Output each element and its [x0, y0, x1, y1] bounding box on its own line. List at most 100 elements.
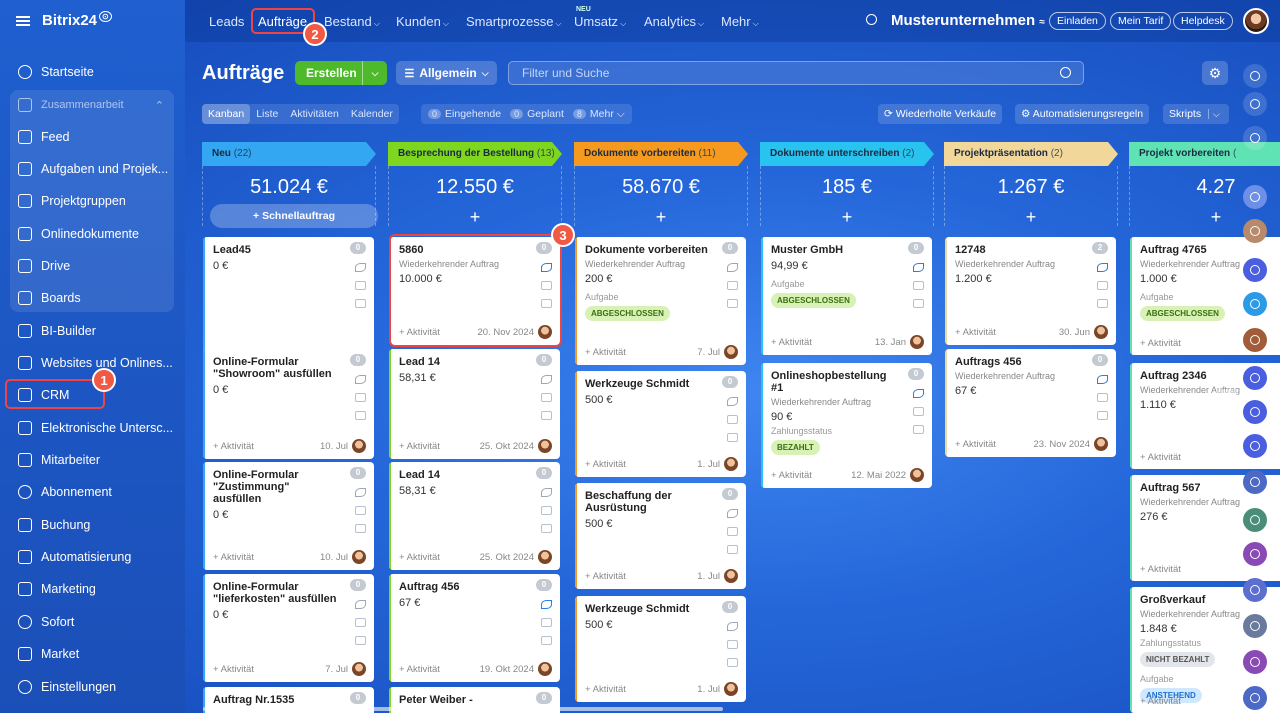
- deal-card[interactable]: Dokumente vorbereiten Wiederkehrender Auf…: [575, 237, 746, 365]
- tab-kanban[interactable]: Kanban: [202, 104, 251, 124]
- deal-card[interactable]: Online-Formular "lieferkosten" ausfüllen…: [203, 574, 374, 682]
- add-activity-link[interactable]: + Aktivität: [585, 347, 626, 358]
- nav-mehr[interactable]: Mehr ⌵: [721, 14, 759, 29]
- nav-umsatz[interactable]: Umsatz ⌵: [574, 14, 626, 29]
- card-title[interactable]: 12748: [955, 244, 1080, 256]
- responsible-avatar[interactable]: [724, 345, 738, 359]
- chat-icon[interactable]: [1097, 411, 1108, 420]
- card-title[interactable]: Dokumente vorbereiten: [585, 244, 710, 256]
- sidebar-item-bi-builder[interactable]: BI-Builder: [10, 317, 174, 345]
- add-activity-link[interactable]: + Aktivität: [213, 441, 254, 452]
- add-activity-link[interactable]: + Aktivität: [585, 459, 626, 470]
- avatar-icon[interactable]: [1243, 328, 1267, 352]
- tab-aktivitaeten[interactable]: Aktivitäten: [284, 104, 344, 124]
- chat-icon[interactable]: [727, 299, 738, 308]
- add-activity-link[interactable]: + Aktivität: [213, 664, 254, 675]
- card-title[interactable]: Online-Formular "Showroom" ausfüllen: [213, 356, 338, 380]
- chat-icon[interactable]: [355, 636, 366, 645]
- sidebar-item-websites[interactable]: Websites und Onlines...: [10, 349, 174, 377]
- settings-button[interactable]: ⚙: [1202, 61, 1228, 85]
- lock-icon[interactable]: [1243, 470, 1267, 494]
- mail-icon[interactable]: [355, 618, 366, 627]
- chat-icon[interactable]: [727, 433, 738, 442]
- responsible-avatar[interactable]: [724, 457, 738, 471]
- responsible-avatar[interactable]: [538, 662, 552, 676]
- mail-icon[interactable]: [355, 281, 366, 290]
- sidebar-item-aufgaben[interactable]: Aufgaben und Projek...: [10, 155, 174, 183]
- chat-icon[interactable]: [355, 411, 366, 420]
- mail-icon[interactable]: [355, 506, 366, 515]
- chat-icon[interactable]: [1097, 299, 1108, 308]
- mail-icon[interactable]: [727, 281, 738, 290]
- deal-card[interactable]: Online-Formular "Showroom" ausfüllen 0 € 0…: [203, 349, 374, 459]
- mail-icon[interactable]: [355, 393, 366, 402]
- sidebar-item-boards[interactable]: Boards: [10, 284, 174, 312]
- add-activity-link[interactable]: + Aktivität: [1140, 452, 1181, 463]
- deal-card[interactable]: Onlineshopbestellung #1 Wiederkehrender A…: [761, 363, 932, 488]
- chat-icon[interactable]: [913, 299, 924, 308]
- add-activity-link[interactable]: + Aktivität: [955, 327, 996, 338]
- add-activity-link[interactable]: + Aktivität: [213, 552, 254, 563]
- counter-incoming[interactable]: 0 Eingehende: [428, 108, 501, 120]
- chat-icon[interactable]: [1243, 126, 1267, 150]
- tab-kalender[interactable]: Kalender: [345, 104, 399, 124]
- sidebar-item-abonnement[interactable]: Abonnement: [10, 478, 174, 506]
- deal-card[interactable]: Werkzeuge Schmidt 500 € 0 + Aktivität 1. Jul: [575, 371, 746, 477]
- phone-icon[interactable]: [541, 600, 552, 609]
- deal-card[interactable]: Lead 14 58,31 € 0 + Aktivität 25. Okt 2024: [389, 462, 560, 570]
- chat-icon[interactable]: [727, 658, 738, 667]
- sidebar-item-marketing[interactable]: Marketing: [10, 575, 174, 603]
- repeat-sales-button[interactable]: ⟳ Wiederholte Verkäufe: [878, 104, 1003, 124]
- automation-rules-button[interactable]: ⚙ Automatisierungsregeln: [1015, 104, 1150, 124]
- horizontal-scrollbar[interactable]: [203, 707, 723, 711]
- mail-icon[interactable]: [727, 415, 738, 424]
- add-activity-link[interactable]: + Aktivität: [399, 664, 440, 675]
- add-activity-link[interactable]: + Aktivität: [1140, 338, 1181, 349]
- card-title[interactable]: Auftrags 456: [955, 356, 1080, 368]
- company-name[interactable]: Musterunternehmen ≈: [891, 12, 1045, 29]
- lock-icon[interactable]: [1243, 508, 1267, 532]
- card-title[interactable]: Lead45: [213, 244, 338, 256]
- lock-icon[interactable]: [1243, 542, 1267, 566]
- responsible-avatar[interactable]: [352, 550, 366, 564]
- card-title[interactable]: Auftrag Nr.1535: [213, 694, 338, 706]
- add-activity-link[interactable]: + Aktivität: [1140, 564, 1181, 575]
- responsible-avatar[interactable]: [724, 569, 738, 583]
- mail-icon[interactable]: [1097, 393, 1108, 402]
- add-activity-link[interactable]: + Aktivität: [955, 439, 996, 450]
- open-lines-icon[interactable]: [1243, 258, 1267, 282]
- messenger-icon[interactable]: [1243, 292, 1267, 316]
- nav-bestand[interactable]: Bestand ⌵: [324, 14, 380, 29]
- target-icon[interactable]: [1243, 92, 1267, 116]
- phone-icon[interactable]: [727, 509, 738, 518]
- sidebar-item-mitarbeiter[interactable]: Mitarbeiter: [10, 446, 174, 474]
- copilot-icon[interactable]: [1243, 434, 1267, 458]
- sidebar-item-market[interactable]: Market: [10, 640, 174, 668]
- nav-kunden[interactable]: Kunden ⌵: [396, 14, 449, 29]
- column-header[interactable]: Neu (22): [202, 142, 376, 166]
- sidebar-item-elektronische-unterschrift[interactable]: Elektronische Untersc...: [10, 414, 174, 442]
- phone-icon[interactable]: [727, 397, 738, 406]
- column-header[interactable]: Dokumente unterschreiben (2): [760, 142, 934, 166]
- column-header[interactable]: Besprechung der Bestellung (13): [388, 142, 562, 166]
- user-avatar[interactable]: [1243, 8, 1269, 34]
- sidebar-item-projektgruppen[interactable]: Projektgruppen: [10, 187, 174, 215]
- lock-icon[interactable]: [1243, 686, 1267, 710]
- add-activity-link[interactable]: + Aktivität: [399, 552, 440, 563]
- sidebar-item-onlinedokumente[interactable]: Onlinedokumente: [10, 220, 174, 248]
- card-title[interactable]: Auftrag 456: [399, 581, 524, 593]
- deal-card[interactable]: 12748 Wiederkehrender Auftrag 1.200 € 2 + Ak…: [945, 237, 1116, 345]
- phone-icon[interactable]: [541, 488, 552, 497]
- sidebar-item-drive[interactable]: Drive: [10, 252, 174, 280]
- responsible-avatar[interactable]: [724, 682, 738, 696]
- plan-button[interactable]: Mein Tarif: [1110, 12, 1172, 30]
- responsible-avatar[interactable]: [352, 662, 366, 676]
- scripts-button[interactable]: Skripts ⌵: [1163, 104, 1229, 124]
- sidebar-item-einstellungen[interactable]: Einstellungen: [10, 673, 174, 701]
- check-icon[interactable]: [1243, 578, 1267, 602]
- responsible-avatar[interactable]: [538, 439, 552, 453]
- bell-icon[interactable]: [1243, 64, 1267, 88]
- search-icon[interactable]: [866, 14, 877, 25]
- mail-icon[interactable]: [913, 281, 924, 290]
- logo[interactable]: Bitrix24 ⊙: [42, 11, 112, 29]
